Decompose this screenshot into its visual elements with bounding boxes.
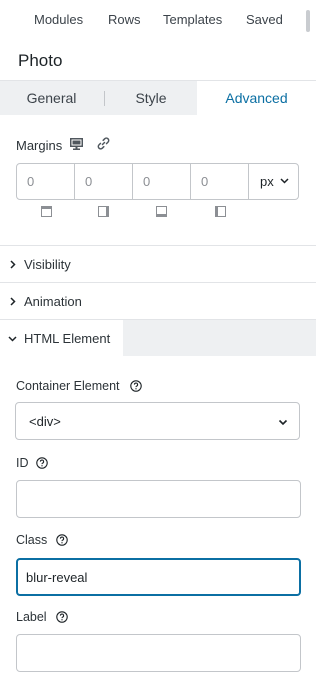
margin-top-side-icon (41, 206, 52, 217)
margin-bottom-side-icon (156, 206, 167, 217)
section-html-element[interactable]: HTML Element (0, 319, 316, 356)
margin-unit-select[interactable]: px (249, 164, 298, 199)
help-icon[interactable] (56, 611, 68, 623)
id-label: ID (16, 456, 29, 470)
help-icon[interactable] (56, 534, 68, 546)
monitor-icon[interactable] (70, 138, 83, 150)
container-element-select[interactable]: <div> (15, 402, 300, 440)
class-input[interactable] (16, 558, 301, 596)
top-tab-bar: Modules Rows Templates Saved (0, 0, 316, 40)
margin-left-side-icon (215, 206, 226, 217)
tab-rows[interactable]: Rows (108, 12, 141, 27)
margins-label: Margins (16, 138, 63, 153)
margin-left-input[interactable]: 0 (191, 164, 249, 199)
id-input[interactable] (16, 480, 301, 518)
tab-saved[interactable]: Saved (246, 12, 283, 27)
settings-tab-bar: General Style Advanced (0, 80, 316, 116)
section-html-element-label: HTML Element (24, 331, 111, 346)
tab-general[interactable]: General (0, 81, 103, 116)
chevron-right-icon (10, 260, 16, 269)
help-icon[interactable] (130, 380, 142, 392)
margins-input-group: 0 0 0 0 px (16, 163, 299, 200)
container-element-label: Container Element (16, 379, 120, 393)
help-icon[interactable] (36, 457, 48, 469)
tab-scrollbar[interactable] (306, 10, 310, 32)
section-animation[interactable]: Animation (0, 282, 316, 319)
margin-top-value: 0 (27, 174, 35, 189)
chevron-down-icon (280, 178, 289, 184)
chevron-right-icon (10, 297, 16, 306)
tab-templates[interactable]: Templates (163, 12, 222, 27)
label-input[interactable] (16, 634, 301, 672)
section-visibility[interactable]: Visibility (0, 245, 316, 282)
margin-right-input[interactable]: 0 (75, 164, 133, 199)
margin-top-input[interactable]: 0 (17, 164, 75, 199)
tab-style[interactable]: Style (105, 81, 197, 116)
tab-modules[interactable]: Modules (34, 12, 83, 27)
section-visibility-label: Visibility (24, 257, 71, 272)
container-element-value: <div> (29, 414, 61, 429)
tab-advanced[interactable]: Advanced (197, 81, 316, 116)
panel-title: Photo (18, 51, 63, 70)
margin-bottom-input[interactable]: 0 (133, 164, 191, 199)
section-header-rest (123, 320, 316, 356)
section-animation-label: Animation (24, 294, 82, 309)
chevron-down-icon (8, 336, 17, 342)
margin-bottom-value: 0 (143, 174, 151, 189)
margin-unit-value: px (260, 174, 274, 189)
margin-right-side-icon (98, 206, 109, 217)
chevron-down-icon (278, 419, 288, 426)
margin-right-value: 0 (85, 174, 93, 189)
class-label: Class (16, 533, 48, 547)
margin-left-value: 0 (201, 174, 209, 189)
link-icon[interactable] (97, 137, 110, 150)
label-label: Label (16, 610, 47, 624)
